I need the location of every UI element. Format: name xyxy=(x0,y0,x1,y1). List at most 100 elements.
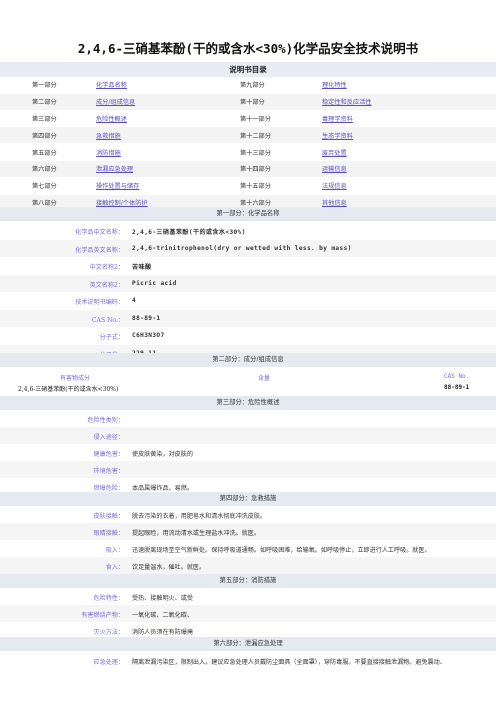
toc-part-number: 第三部分 xyxy=(32,115,57,123)
field-value: 提起眼睑，用流动清水或生理盐水冲洗。就医。 xyxy=(132,530,260,537)
field-label: 中文名称2： xyxy=(89,264,124,271)
toc-part-number: 第四部分 xyxy=(32,132,57,140)
toc-row: 第六部分 泄漏应急处理 第十四部分 运输信息 xyxy=(0,160,496,178)
field-value: 消防人员须在有防爆掩 xyxy=(132,629,193,636)
field-value: 饮足量温水，催吐。就医。 xyxy=(132,564,206,571)
field-value: 一氧化碳、二氧化碳、 xyxy=(132,612,193,619)
field-label: 健康危害： xyxy=(93,451,124,458)
msds-page: 2,4,6-三硝基苯酚(干的或含水<30%)化学品安全技术说明书 说明书目录 第… xyxy=(0,0,496,702)
section-heading-part4: 第四部分：急救措施 xyxy=(0,492,496,506)
field-row: 皮肤接触： 脱去污染的衣着，用肥皂水和清水彻底冲洗皮肤。 xyxy=(0,506,496,523)
toc-part-link[interactable]: 消防措施 xyxy=(96,148,121,157)
field-label: 化学品中文名称： xyxy=(75,229,124,236)
field-label: 英文名称2： xyxy=(89,281,124,289)
field-label: 危险性类别： xyxy=(87,417,124,424)
field-row: 危险特性： 受热、接触明火、或受 xyxy=(0,588,496,605)
toc-part-link[interactable]: 法规信息 xyxy=(322,181,347,190)
field-row: 化学品英文名称： 2,4,6-trinitrophenol(dry or wett… xyxy=(0,239,496,257)
section-heading-part2: 第二部分：成分/组成信息 xyxy=(0,353,496,367)
field-row: 化学品中文名称： 2,4,6-三硝基苯酚(干的或含水<30%) xyxy=(0,222,496,240)
field-row: 中文名称2： 苦味酸 xyxy=(0,257,496,275)
hazard-column-header: 有害物成分 xyxy=(60,375,91,382)
toc-part-number: 第十四部分 xyxy=(240,166,271,174)
field-row: 环境危害： xyxy=(0,461,496,478)
toc-part-link[interactable]: 操作处置与储存 xyxy=(96,181,139,190)
toc-part-link[interactable]: 接触控制/个体防护 xyxy=(96,198,148,207)
toc-part-number: 第十部分 xyxy=(240,99,265,107)
field-row: 应急处理： 隔离泄漏污染区，限制出入。建议应急处理人员戴防尘面具（全面罩），穿防毒… xyxy=(0,652,496,670)
toc-row: 第二部分 成分/组成信息 第十部分 稳定性和反应活性 xyxy=(0,93,496,111)
toc-part-number: 第二部分 xyxy=(32,99,57,107)
section-heading-part5: 第五部分：消防措施 xyxy=(0,574,496,588)
field-value: 苦味酸 xyxy=(132,264,152,271)
toc-part-link[interactable]: 运输信息 xyxy=(322,164,347,173)
toc-part-link[interactable]: 毒理学资料 xyxy=(322,114,353,123)
composition-row: 2,4,6-三硝基苯酚(干的或含水<30%) 88-89-1 xyxy=(0,382,496,396)
field-value: 迅速脱离现场至空气新鲜处。保持呼吸道通畅。如呼吸困难，给输氧。如呼吸停止，立即进… xyxy=(132,547,431,554)
toc-part-link[interactable]: 化学品名称 xyxy=(96,80,127,89)
toc-part-number: 第十五部分 xyxy=(240,183,271,191)
field-label: 侵入途径： xyxy=(93,434,124,441)
cas-column-header: CAS No. xyxy=(444,373,470,380)
field-label: CAS No.： xyxy=(91,316,124,324)
field-value: 88-89-1 xyxy=(132,314,161,322)
toc-row: 第七部分 操作处置与储存 第十五部分 法规信息 xyxy=(0,177,496,195)
section-heading-part6: 第六部分：泄漏应急处理 xyxy=(0,637,496,651)
field-label: 应急处理： xyxy=(93,659,124,666)
toc-part-link[interactable]: 其他信息 xyxy=(322,198,347,207)
field-row: 技术说明书编码： 4 xyxy=(0,292,496,310)
toc-part-number: 第十三部分 xyxy=(240,149,271,157)
toc-part-link[interactable]: 成分/组成信息 xyxy=(96,97,135,106)
section-heading-part3: 第三部分：危险性概述 xyxy=(0,396,496,410)
field-value: C6H3N3O7 xyxy=(132,332,165,339)
component-cas: 88-89-1 xyxy=(444,384,470,391)
content-column-header: 含量 xyxy=(258,375,271,382)
field-value: 脱去污染的衣着，用肥皂水和清水彻底冲洗皮肤。 xyxy=(132,513,267,520)
toc-part-number: 第十六部分 xyxy=(240,199,271,207)
field-value: 本品属爆炸品，易燃。 xyxy=(132,485,193,492)
toc-row: 第四部分 急救措施 第十二部分 生态学资料 xyxy=(0,127,496,145)
toc-part-link[interactable]: 泄漏应急处理 xyxy=(96,164,133,173)
field-row: 分子式： C6H3N3O7 xyxy=(0,327,496,345)
field-value: 使皮肤黄染，对皮肤的 xyxy=(132,451,193,458)
toc-row: 第三部分 危险性概述 第十一部分 毒理学资料 xyxy=(0,110,496,128)
field-label: 危险特性： xyxy=(93,595,124,602)
field-label: 吸入： xyxy=(105,547,124,554)
toc-part-number: 第十二部分 xyxy=(240,132,271,140)
field-label: 眼睛接触： xyxy=(93,530,124,537)
toc-part-link[interactable]: 生态学资料 xyxy=(322,131,353,140)
toc-part-link[interactable]: 急救措施 xyxy=(96,131,121,140)
section-heading-part1: 第一部分：化学品名称 xyxy=(0,207,496,221)
toc-part-number: 第九部分 xyxy=(240,82,265,90)
field-label: 食入： xyxy=(105,564,124,571)
field-label: 技术说明书编码： xyxy=(75,299,124,306)
toc-part-number: 第七部分 xyxy=(32,183,57,191)
toc-heading: 说明书目录 xyxy=(0,62,496,77)
toc-part-link[interactable]: 稳定性和反应活性 xyxy=(322,97,372,106)
field-label: 化学品英文名称： xyxy=(75,246,124,254)
field-row: 眼睛接触： 提起眼睑，用流动清水或生理盐水冲洗。就医。 xyxy=(0,523,496,540)
toc-part-link[interactable]: 理化特性 xyxy=(322,80,347,89)
field-row: 英文名称2： Picric acid xyxy=(0,274,496,292)
table-of-contents: 说明书目录 第一部分 化学品名称 第九部分 理化特性第二部分 成分/组成信息 第十部分 稳定… xyxy=(0,62,496,212)
toc-part-number: 第八部分 xyxy=(32,199,57,207)
field-value: 受热、接触明火、或受 xyxy=(132,595,193,602)
field-label: 分子式： xyxy=(99,334,124,341)
toc-part-number: 第五部分 xyxy=(32,149,57,157)
toc-part-number: 第六部分 xyxy=(32,166,57,174)
field-row: 侵入途径： xyxy=(0,427,496,444)
field-label: 灭火方法： xyxy=(93,629,124,636)
field-row: 危险性类别： xyxy=(0,410,496,427)
field-row: 食入： 饮足量温水，催吐。就医。 xyxy=(0,557,496,574)
toc-row: 第五部分 消防措施 第十三部分 废弃处置 xyxy=(0,144,496,161)
field-label: 环境危害： xyxy=(93,468,124,475)
toc-part-link[interactable]: 危险性概述 xyxy=(96,114,127,123)
toc-row: 第一部分 化学品名称 第九部分 理化特性 xyxy=(0,77,496,94)
toc-part-number: 第一部分 xyxy=(32,82,57,90)
component-name: 2,4,6-三硝基苯酚(干的或含水<30%) xyxy=(18,386,119,393)
field-label: 燃爆危险： xyxy=(93,485,124,492)
toc-part-number: 第十一部分 xyxy=(240,115,271,123)
field-label: 有害燃烧产物： xyxy=(81,612,124,619)
field-value: 2,4,6-三硝基苯酚(干的或含水<30%) xyxy=(132,229,246,236)
toc-part-link[interactable]: 废弃处置 xyxy=(322,148,347,157)
